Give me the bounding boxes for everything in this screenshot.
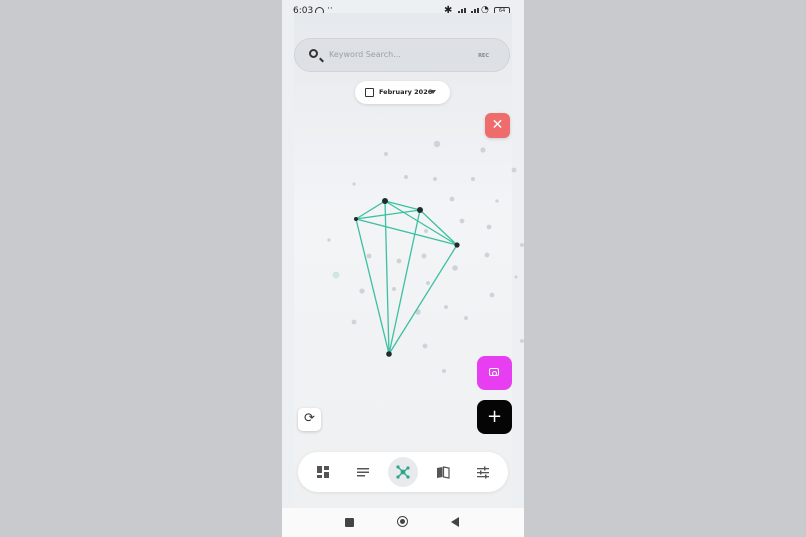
highlight-dot bbox=[332, 271, 340, 279]
graph-node[interactable] bbox=[386, 351, 392, 357]
graph-node[interactable] bbox=[354, 217, 358, 221]
camera-icon bbox=[489, 368, 499, 376]
bottom-nav bbox=[298, 452, 508, 492]
nav-book[interactable] bbox=[428, 457, 458, 487]
book-icon bbox=[437, 466, 450, 479]
refresh-button[interactable]: ⟳ bbox=[298, 408, 321, 431]
graph-edges bbox=[355, 200, 458, 355]
background-dots bbox=[327, 140, 524, 373]
graph-node[interactable] bbox=[417, 207, 423, 213]
graph-node[interactable] bbox=[454, 242, 460, 248]
sliders-icon bbox=[477, 466, 489, 479]
graph-node[interactable] bbox=[382, 198, 388, 204]
network-graph-icon bbox=[396, 465, 410, 479]
nav-dashboard[interactable] bbox=[308, 457, 338, 487]
home-button[interactable] bbox=[397, 516, 408, 527]
back-button[interactable] bbox=[451, 517, 459, 527]
list-icon bbox=[357, 468, 369, 477]
add-button[interactable]: + bbox=[477, 400, 512, 434]
recents-button[interactable] bbox=[345, 518, 354, 527]
system-nav-bar bbox=[282, 508, 524, 537]
nav-settings[interactable] bbox=[468, 457, 498, 487]
nav-list[interactable] bbox=[348, 457, 378, 487]
dashboard-icon bbox=[317, 466, 329, 478]
camera-button[interactable] bbox=[477, 356, 512, 390]
nav-graph[interactable] bbox=[388, 457, 418, 487]
phone-screen: 6:03 ·· ✱ ◔ 64 Keyword Search... REC Feb… bbox=[282, 0, 524, 537]
